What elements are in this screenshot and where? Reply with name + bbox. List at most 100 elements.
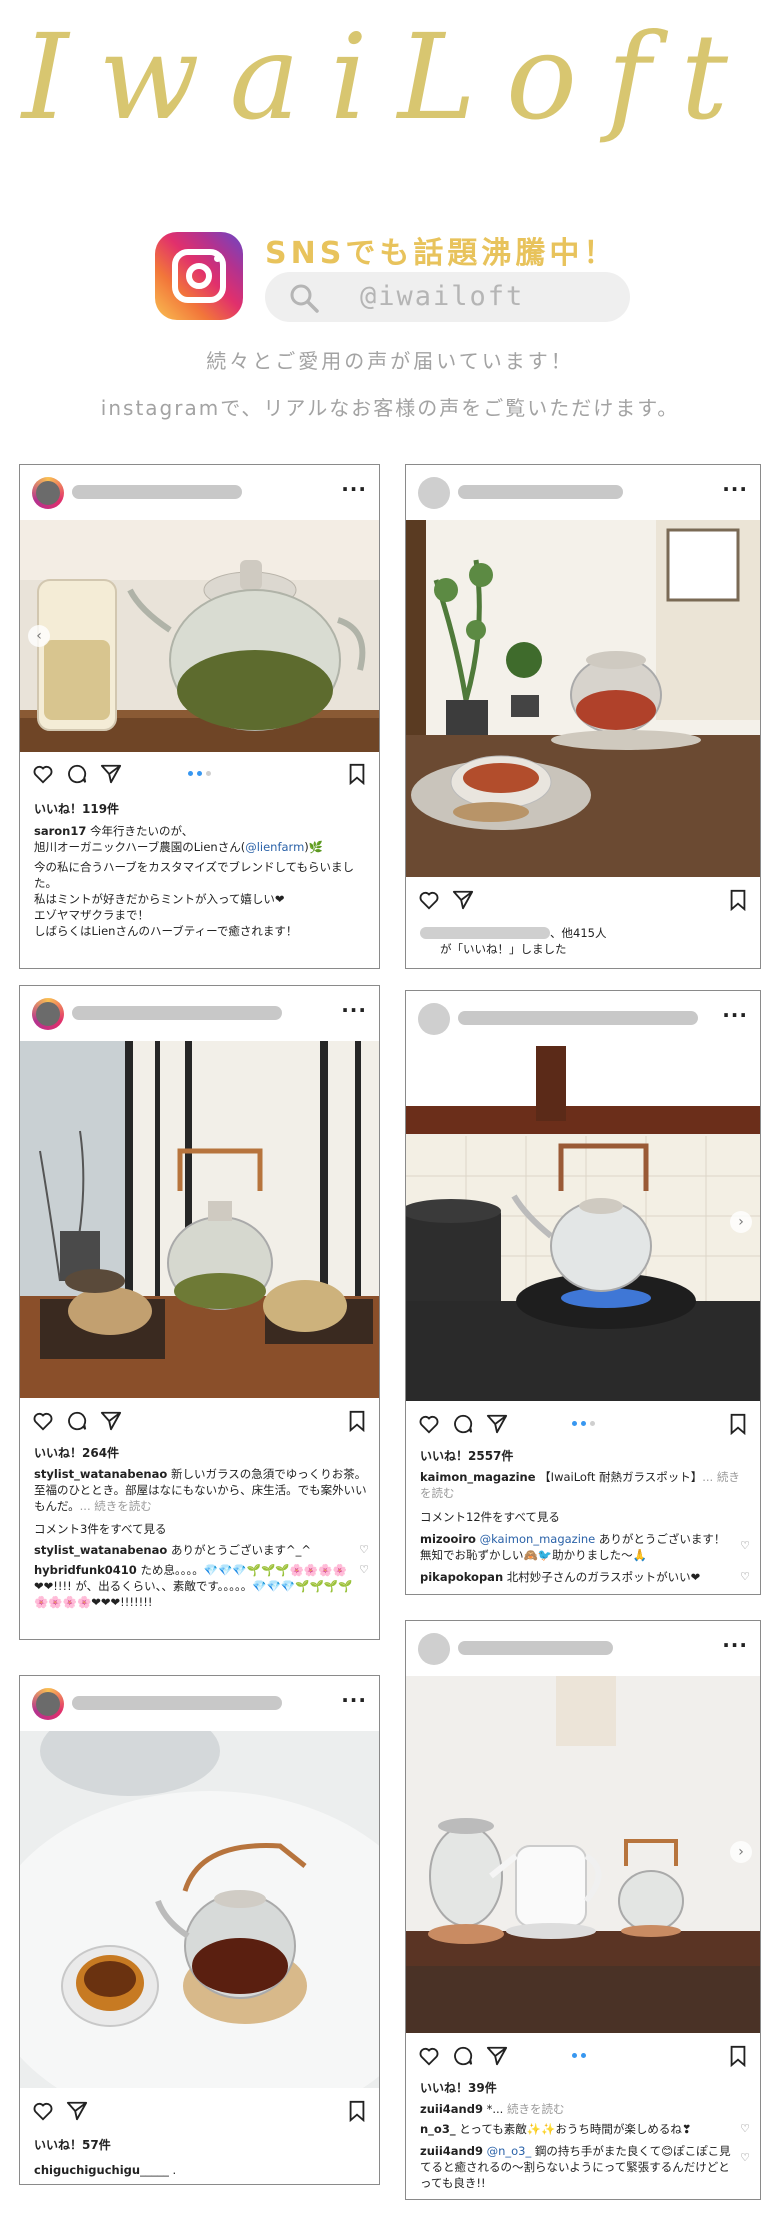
share-icon[interactable] xyxy=(66,2100,88,2122)
share-icon[interactable] xyxy=(486,2045,508,2067)
instagram-post: ··· いいね！57件 chiguchiguchigu_____ . xyxy=(19,1675,380,2185)
like-heart-icon[interactable] xyxy=(418,1413,440,1435)
header: IwaiLoft SNSでも話題沸騰中！ @iwailoft 続々とご愛用の声が… xyxy=(0,0,780,440)
like-heart-icon[interactable] xyxy=(32,763,54,785)
comment-like-icon[interactable]: ♡ xyxy=(359,1543,369,1556)
bookmark-icon[interactable] xyxy=(728,2045,748,2067)
like-heart-icon[interactable] xyxy=(32,2100,54,2122)
mention-link[interactable]: @lienfarm xyxy=(245,840,304,854)
instagram-handle: @iwailoft xyxy=(360,281,525,312)
avatar[interactable] xyxy=(418,1633,450,1665)
username-blurred xyxy=(72,485,242,499)
subtitle-instagram: instagramで、リアルなお客様の声をご覧いただけます。 xyxy=(100,396,680,420)
bookmark-icon[interactable] xyxy=(728,1413,748,1435)
post-caption: kaimon_magazine 【IwaiLoft 耐熱ガラスポット】... 続… xyxy=(420,1470,740,1500)
more-options-icon[interactable]: ··· xyxy=(341,998,367,1022)
post-header: ··· xyxy=(20,465,379,520)
post-actions xyxy=(406,883,760,917)
likes-count: いいね！264件 xyxy=(34,1446,120,1460)
post-actions xyxy=(406,1407,760,1441)
post-photo-teapot-by-window[interactable] xyxy=(20,1041,379,1398)
post-header: ··· xyxy=(406,1621,760,1676)
likes-count: いいね！39件 xyxy=(420,2081,497,2095)
share-icon[interactable] xyxy=(100,763,122,785)
share-icon[interactable] xyxy=(486,1413,508,1435)
comment-icon[interactable] xyxy=(452,1413,474,1435)
avatar[interactable] xyxy=(32,1688,64,1720)
bookmark-icon[interactable] xyxy=(347,1410,367,1432)
carousel-prev-icon[interactable]: ‹ xyxy=(28,625,50,647)
carousel-next-icon[interactable]: › xyxy=(730,1841,752,1863)
bookmark-icon[interactable] xyxy=(728,889,748,911)
read-more-link[interactable]: ... 続きを読む xyxy=(80,1499,152,1513)
comment: pikapokopan 北村妙子さんのガラスポットがいい❤ xyxy=(420,1570,701,1584)
comment-like-icon[interactable]: ♡ xyxy=(359,1563,369,1576)
instagram-post: ··· › いいね！39件 zuii4and9 *... 続きを読む n_o3_… xyxy=(405,1620,761,2200)
comment: n_o3_ とっても素敵✨✨おうち時間が楽しめるね❣ xyxy=(420,2122,692,2136)
bookmark-icon[interactable] xyxy=(347,2100,367,2122)
more-options-icon[interactable]: ··· xyxy=(722,1633,748,1657)
post-caption: chiguchiguchigu_____ . xyxy=(34,2163,177,2177)
username-blurred xyxy=(72,1696,282,1710)
subtitle-voices: 続々とご愛用の声が届いています！ xyxy=(206,349,574,373)
comment-icon[interactable] xyxy=(66,763,88,785)
post-photo-teapot-on-stove[interactable]: › xyxy=(406,1046,760,1401)
post-photo-teapot-on-white-table[interactable] xyxy=(20,1731,379,2088)
instagram-search-box[interactable]: @iwailoft xyxy=(265,272,630,322)
avatar[interactable] xyxy=(32,477,64,509)
post-photo-kettle-and-teapots-on-shelf[interactable]: › xyxy=(406,1676,760,2033)
comment-like-icon[interactable]: ♡ xyxy=(740,2151,750,2164)
like-heart-icon[interactable] xyxy=(418,889,440,911)
comment-icon[interactable] xyxy=(66,1410,88,1432)
instagram-logo-icon[interactable] xyxy=(155,232,243,320)
avatar[interactable] xyxy=(418,1003,450,1035)
avatar[interactable] xyxy=(32,998,64,1030)
comment-like-icon[interactable]: ♡ xyxy=(740,1539,750,1552)
post-header: ··· xyxy=(20,986,379,1041)
share-icon[interactable] xyxy=(100,1410,122,1432)
instagram-post: ··· › いいね！2557件 kaimon_magazine 【IwaiLof… xyxy=(405,990,761,1595)
view-all-comments-link[interactable]: コメント12件をすべて見る xyxy=(420,1509,750,1525)
comment: mizooiro @kaimon_magazine ありがとうございます！無知で… xyxy=(420,1532,726,1562)
post-header: ··· xyxy=(406,991,760,1046)
comment: hybridfunk0410 ため息。。。。💎💎💎🌱🌱🌱🌸🌸🌸🌸❤❤!!!! が… xyxy=(34,1563,353,1609)
post-photo-teapot-on-table[interactable] xyxy=(406,520,760,877)
post-actions xyxy=(406,2039,760,2073)
comment-like-icon[interactable]: ♡ xyxy=(740,2122,750,2135)
more-options-icon[interactable]: ··· xyxy=(341,477,367,501)
post-photo-herbal-teapot[interactable]: ‹ xyxy=(20,520,379,752)
carousel-next-icon[interactable]: › xyxy=(730,1211,752,1233)
liked-by: 、他415人 が「いいね！」しました xyxy=(420,925,750,957)
username-blurred xyxy=(458,1011,698,1025)
instagram-post: ··· 、他415人 が「いいね！」しました xyxy=(405,464,761,969)
avatar[interactable] xyxy=(418,477,450,509)
share-icon[interactable] xyxy=(452,889,474,911)
post-caption: stylist_watanabenao 新しいガラスの急須でゆっくりお茶。至福の… xyxy=(34,1467,367,1513)
search-icon xyxy=(290,284,319,313)
post-actions xyxy=(20,2094,379,2128)
more-options-icon[interactable]: ··· xyxy=(722,477,748,501)
comment-like-icon[interactable]: ♡ xyxy=(740,1570,750,1583)
post-header: ··· xyxy=(406,465,760,520)
comment: stylist_watanabenao ありがとうございます^_^ xyxy=(34,1543,311,1557)
brand-logo: IwaiLoft xyxy=(21,8,759,146)
more-options-icon[interactable]: ··· xyxy=(341,1688,367,1712)
sns-title: SNSでも話題沸騰中！ xyxy=(265,236,618,271)
comment: zuii4and9 @n_o3_ 鋼の持ち手がまた良くて😊ぽこぽこ見てると癒され… xyxy=(420,2144,731,2190)
like-heart-icon[interactable] xyxy=(418,2045,440,2067)
view-all-comments-link[interactable]: コメント3件をすべて見る xyxy=(34,1521,369,1537)
post-caption: saron17 今年行きたいのが、 旭川オーガニックハーブ農園のLienさん(@… xyxy=(34,824,355,938)
instagram-post: ··· いいね！264件 stylist_watanabenao 新しいガラスの… xyxy=(19,985,380,1640)
username-blurred xyxy=(458,1641,613,1655)
comment-icon[interactable] xyxy=(452,2045,474,2067)
read-more-link[interactable]: 続きを読む xyxy=(503,2102,565,2116)
carousel-dots xyxy=(570,1421,597,1426)
carousel-dots xyxy=(186,771,213,776)
like-heart-icon[interactable] xyxy=(32,1410,54,1432)
username-blurred xyxy=(458,485,623,499)
liked-by-avatars-blurred xyxy=(420,927,550,939)
post-header: ··· xyxy=(20,1676,379,1731)
instagram-post: ··· ‹ いいね！119件 saron17 今年行きたいのが、 旭川オーガニッ… xyxy=(19,464,380,969)
bookmark-icon[interactable] xyxy=(347,763,367,785)
more-options-icon[interactable]: ··· xyxy=(722,1003,748,1027)
